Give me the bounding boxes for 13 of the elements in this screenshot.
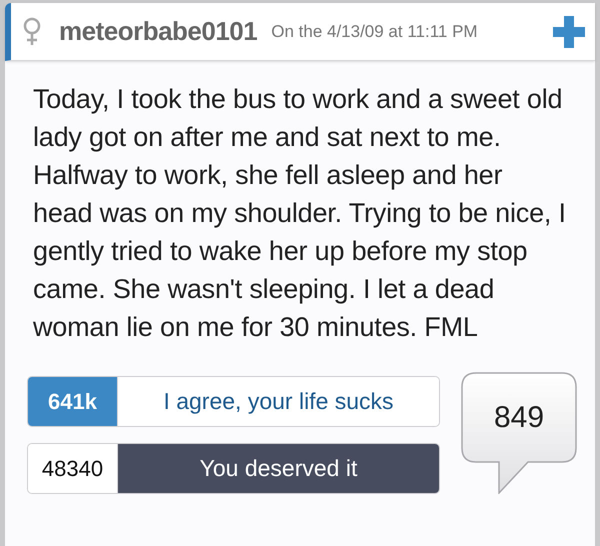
vote-count: 48340 bbox=[28, 444, 118, 493]
vote-label: You deserved it bbox=[118, 444, 439, 493]
comment-count: 849 bbox=[494, 400, 544, 436]
post-text: Today, I took the bus to work and a sweet old lady got on after me and sat next to me. Halfway to work, she fell asleep and her head was on my shoulder. Trying to be nice, I gently tried to wake her up before my stop came. She wasn't sleeping. I let a dead woman lie on me for 30 minutes. FML bbox=[32, 83, 567, 344]
female-symbol-icon bbox=[23, 16, 41, 46]
vote-label: I agree, your life sucks bbox=[118, 377, 439, 426]
comment-bubble[interactable] bbox=[461, 372, 577, 494]
vote-count: 641k bbox=[28, 377, 118, 426]
vote-button[interactable]: 48340 You deserved it bbox=[27, 443, 440, 494]
vote-button[interactable]: 641k I agree, your life sucks bbox=[27, 376, 440, 427]
author-name[interactable]: meteorbabe0101 bbox=[59, 12, 258, 51]
plus-icon[interactable] bbox=[551, 14, 587, 50]
post-date: On the 4/13/09 at 11:11 PM bbox=[271, 20, 478, 43]
